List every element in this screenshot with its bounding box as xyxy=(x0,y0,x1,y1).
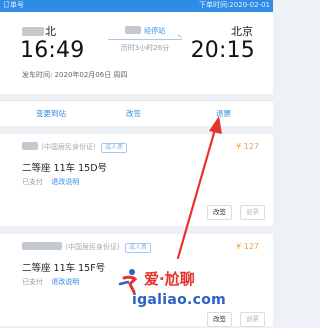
refund-ticket-button[interactable]: 退票 xyxy=(240,205,265,220)
ticket-type-badge: 成人票 xyxy=(124,243,151,253)
order-time: 下单时间:2020-02-01 xyxy=(198,1,270,9)
watermark: 爱·尬聊 igaliao.com xyxy=(118,266,268,322)
payment-status: 已支付 xyxy=(22,178,43,186)
seat-info: 二等座 11车 15F号 xyxy=(22,263,106,274)
route-line xyxy=(108,39,182,40)
from-station: 北 xyxy=(22,23,56,39)
status-bar: 订单号 下单时间:2020-02-01 xyxy=(0,0,273,12)
blurred-name xyxy=(22,142,38,150)
refund-policy-link[interactable]: 退改说明 xyxy=(51,178,79,186)
seat-info: 二等座 11车 15D号 xyxy=(22,163,108,174)
train-info: 经停站 历时3小时26分 xyxy=(104,26,186,53)
order-label: 订单号 xyxy=(3,1,24,9)
departure-time: 16:49 xyxy=(20,38,85,63)
refund-button[interactable]: 退票 xyxy=(216,108,231,119)
trip-duration: 历时3小时26分 xyxy=(120,44,170,52)
ticket-type-badge: 成人票 xyxy=(100,143,127,153)
payment-row: 已支付 退改说明 xyxy=(22,177,79,187)
payment-row: 已支付 退改说明 xyxy=(22,277,79,287)
payment-status: 已支付 xyxy=(22,278,43,286)
departure-date: 发车时间: 2020年02月06日 周四 xyxy=(22,71,128,79)
refund-policy-link[interactable]: 退改说明 xyxy=(51,278,79,286)
reschedule-ticket-button[interactable]: 改签 xyxy=(207,205,232,220)
passenger-card: (中国居民身份证) 成人票 ¥ 127 二等座 11车 15D号 已支付 退改说… xyxy=(0,134,273,226)
passenger-header: (中国居民身份证) 成人票 xyxy=(22,242,151,253)
blurred-text xyxy=(22,27,44,36)
ticket-price: ¥ 127 xyxy=(236,142,259,151)
blurred-train-number xyxy=(124,26,141,34)
reschedule-button[interactable]: 改签 xyxy=(126,108,141,119)
arrival-time: 20:15 xyxy=(190,38,255,63)
blurred-name xyxy=(22,242,62,250)
watermark-text: 爱·尬聊 xyxy=(144,270,195,288)
trip-card: 北 经停站 历时3小时26分 北京 16:49 20:15 发车时间: 2020… xyxy=(0,12,273,94)
watermark-url: igaliao.com xyxy=(132,292,227,308)
passenger-header: (中国居民身份证) 成人票 xyxy=(22,142,127,153)
change-station-button[interactable]: 变更到站 xyxy=(36,108,66,119)
stops-link[interactable]: 经停站 xyxy=(144,27,165,35)
ticket-price: ¥ 127 xyxy=(236,242,259,251)
to-station: 北京 xyxy=(231,25,253,38)
ticket-actions: 变更到站 改签 退票 xyxy=(0,100,273,126)
running-figure-icon xyxy=(118,269,138,294)
